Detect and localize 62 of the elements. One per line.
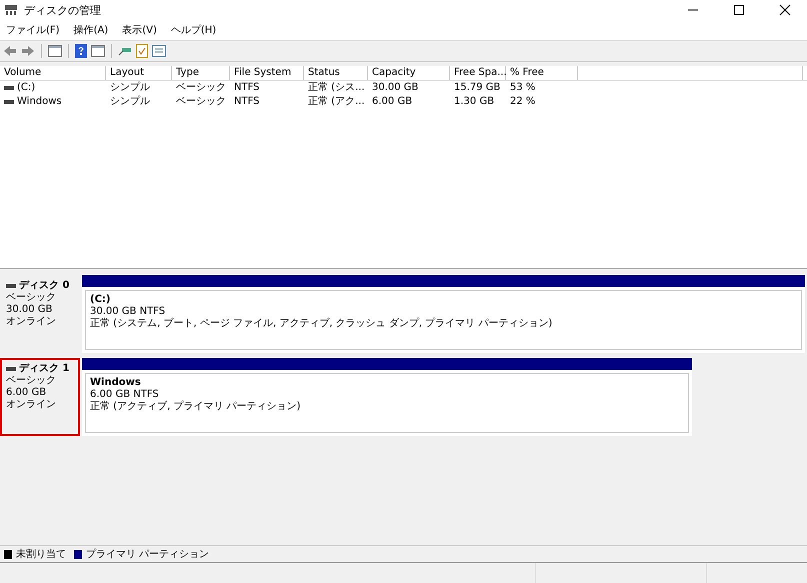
disk-info-panel[interactable]: ディスク 1 ベーシック 6.00 GB オンライン bbox=[0, 358, 80, 436]
menu-item[interactable]: ヘルプ(H) bbox=[170, 23, 216, 37]
table-cell-text: ベーシック bbox=[175, 95, 227, 109]
disk-name: ディスク 1 bbox=[19, 363, 70, 375]
back-arrow-icon[interactable] bbox=[3, 45, 17, 57]
connect-icon[interactable] bbox=[118, 45, 132, 57]
drive-icon bbox=[6, 367, 16, 371]
menu-item[interactable]: ファイル(F) bbox=[6, 23, 60, 37]
table-cell-text: 15.79 GB bbox=[453, 81, 502, 95]
table-cell-text: 正常 (シス... bbox=[307, 81, 366, 95]
table-cell-text: NTFS bbox=[233, 95, 261, 109]
partition-size: 30.00 GB NTFS bbox=[90, 306, 166, 318]
table-cell-text: 22 % bbox=[509, 95, 536, 109]
column-header[interactable]: File System bbox=[230, 66, 304, 80]
partition-name: Windows bbox=[90, 377, 142, 389]
table-cell-text: シンプル bbox=[109, 95, 151, 109]
column-header[interactable]: Free Spa... bbox=[450, 66, 506, 80]
window-title: ディスクの管理 bbox=[24, 2, 101, 18]
table-cell-text: 30.00 GB bbox=[371, 81, 420, 95]
table-cell-text: 6.00 GB bbox=[371, 95, 414, 109]
column-header[interactable]: Status bbox=[304, 66, 368, 80]
disk-state: オンライン bbox=[6, 399, 57, 411]
close-icon[interactable] bbox=[779, 4, 791, 16]
disk-name: ディスク 0 bbox=[19, 280, 70, 292]
partition-status: 正常 (アクティブ, プライマリ パーティション) bbox=[90, 401, 302, 413]
column-header[interactable]: Layout bbox=[106, 66, 172, 80]
checklist-icon[interactable] bbox=[136, 44, 148, 58]
partition-block[interactable]: (C:) 30.00 GB NTFS 正常 (システム, ブート, ページ ファイル, アクティブ, クラッシュ ダンプ, プライマリ パーティション) bbox=[82, 275, 805, 353]
disk-size: 6.00 GB bbox=[6, 387, 48, 399]
disk-type: ベーシック bbox=[6, 375, 57, 387]
partition-block[interactable]: Windows 6.00 GB NTFS 正常 (アクティブ, プライマリ パーティション) bbox=[82, 358, 692, 436]
table-cell-text: 53 % bbox=[509, 81, 536, 95]
help-icon[interactable] bbox=[75, 44, 87, 58]
disk-info-panel[interactable]: ディスク 0 ベーシック 30.00 GB オンライン bbox=[0, 275, 80, 353]
column-header[interactable]: Volume bbox=[0, 66, 106, 80]
panel-icon[interactable] bbox=[48, 45, 62, 57]
panel-icon[interactable] bbox=[91, 45, 105, 57]
table-cell: (C:) bbox=[17, 81, 36, 95]
column-header[interactable]: Capacity bbox=[368, 66, 450, 80]
column-header[interactable]: Type bbox=[172, 66, 230, 80]
partition-status: 正常 (システム, ブート, ページ ファイル, アクティブ, クラッシュ ダンプ, プライマリ パーティション) bbox=[90, 318, 554, 330]
table-cell: Windows bbox=[17, 95, 62, 109]
disk-management-icon bbox=[4, 4, 18, 16]
properties-icon[interactable] bbox=[152, 45, 166, 57]
column-header[interactable]: % Free bbox=[506, 66, 578, 80]
partition-size: 6.00 GB NTFS bbox=[90, 389, 160, 400]
disk-state: オンライン bbox=[6, 316, 57, 328]
menu-item[interactable]: 操作(A) bbox=[74, 23, 108, 37]
disk-type: ベーシック bbox=[6, 292, 57, 304]
forward-arrow-icon[interactable] bbox=[21, 45, 35, 57]
table-cell-text: シンプル bbox=[109, 81, 151, 95]
disk-size: 30.00 GB bbox=[6, 304, 54, 316]
legend-label: 未割り当て bbox=[16, 548, 66, 561]
table-cell-text: ベーシック bbox=[175, 81, 227, 95]
table-cell-text: 1.30 GB bbox=[453, 95, 496, 109]
menu-item[interactable]: 表示(V) bbox=[122, 23, 157, 37]
table-cell-text: NTFS bbox=[233, 81, 261, 95]
drive-icon bbox=[6, 284, 16, 288]
table-cell-text: 正常 (アク... bbox=[307, 95, 366, 109]
legend-label: プライマリ パーティション bbox=[86, 548, 210, 561]
maximize-icon[interactable] bbox=[733, 4, 745, 16]
partition-name: (C:) bbox=[90, 294, 112, 306]
